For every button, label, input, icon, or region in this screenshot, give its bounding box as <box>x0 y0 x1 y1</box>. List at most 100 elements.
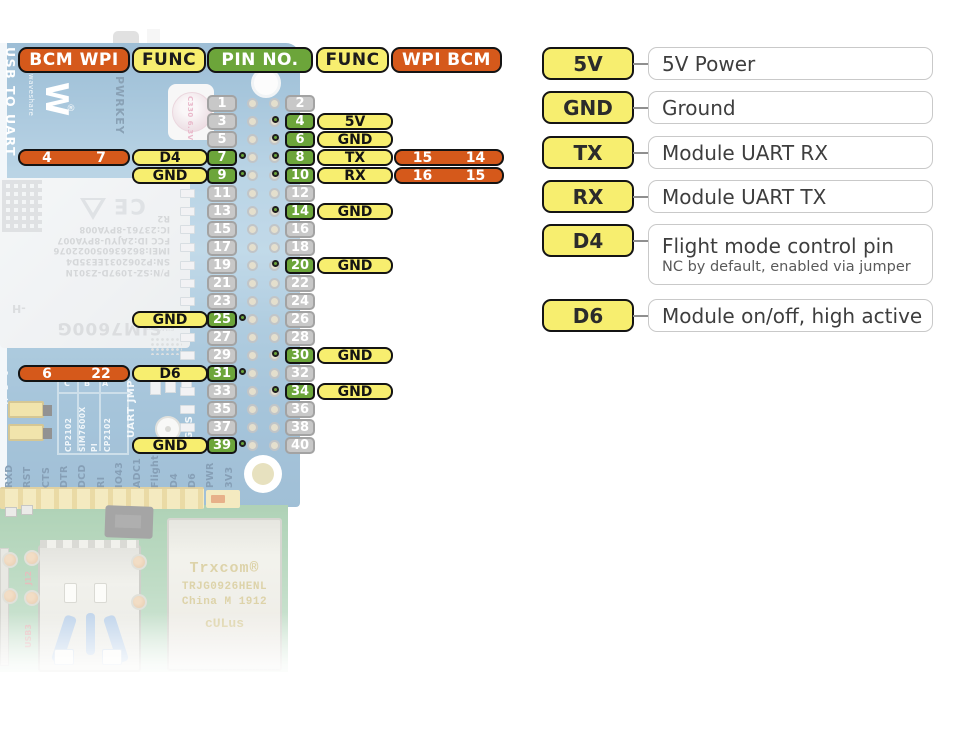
copper-pad <box>24 590 40 606</box>
pin-hole <box>268 314 280 325</box>
legend-title: 5V Power <box>662 51 756 76</box>
pin-badge-11: 11 <box>207 185 237 202</box>
pin-badge-23: 23 <box>207 293 237 310</box>
pin-hole <box>246 170 258 181</box>
solder-pad <box>180 261 195 270</box>
legend-subtitle: NC by default, enabled via jumper <box>662 258 911 275</box>
func-badge-pin7: D4 <box>132 149 208 166</box>
pin-badge-24: 24 <box>285 293 315 310</box>
legend-title: Ground <box>662 95 736 120</box>
board-silkscreen-label: DCD <box>77 464 89 488</box>
pin-hole <box>246 278 258 289</box>
legend-desc-rx: Module UART TX <box>648 180 933 213</box>
pin-stub-dot <box>272 260 279 267</box>
pin-stub-dot <box>272 350 279 357</box>
usb-to-uart-silkscreen: USB TO UART <box>3 47 18 158</box>
pin-badge-25: 25 <box>207 311 237 328</box>
solder-pad <box>180 243 195 252</box>
header-wpi-label: WPI <box>402 50 442 70</box>
pin-hole <box>246 152 258 163</box>
pin-badge-13: 13 <box>207 203 237 220</box>
header-bcm-label: BCM <box>29 50 74 70</box>
legend-badge-gnd: GND <box>542 91 634 124</box>
pin-stub-dot <box>272 134 279 141</box>
legend-connector <box>633 151 649 154</box>
solder-pad <box>180 297 195 306</box>
pin-stub-dot <box>272 386 279 393</box>
header-bcm-wpi-left: BCM WPI <box>18 47 130 73</box>
bcm-wpi-value: 22 <box>91 365 111 382</box>
solder-pad <box>180 225 195 234</box>
gpio-header-strip-end <box>206 490 240 508</box>
legend-connector <box>633 239 649 242</box>
pin-badge-15: 15 <box>207 221 237 238</box>
board-silkscreen-label: RST <box>22 466 34 488</box>
pin-stub-dot <box>272 170 279 177</box>
pin-hole <box>268 422 280 433</box>
legend-title: Flight mode control pin <box>662 233 894 258</box>
shield-text-line: IC:23761-8PYA008 <box>79 223 170 234</box>
func-badge-pin31: D6 <box>132 365 208 382</box>
legend-desc-tx: Module UART RX <box>648 136 933 169</box>
wpi-bcm-value: 15 <box>465 167 486 184</box>
pin-badge-31: 31 <box>207 365 237 382</box>
bcm-wpi-badge-pin31: 6 22 <box>18 365 130 382</box>
func-badge-pin4: 5V <box>317 113 393 130</box>
pin-badge-37: 37 <box>207 419 237 436</box>
solder-pad <box>180 333 195 342</box>
board-silkscreen-label: D6 <box>187 472 198 488</box>
solder-pad <box>180 279 195 288</box>
board-silkscreen-label: 3V3 <box>223 466 235 488</box>
pin-hole <box>246 368 258 379</box>
copper-pad <box>24 550 40 566</box>
pin-stub-dot <box>272 206 279 213</box>
func-badge-pin25: GND <box>132 311 208 328</box>
wpi-bcm-badge-pin10: 16 15 <box>394 167 504 184</box>
func-badge-pin8: TX <box>317 149 393 166</box>
func-badge-pin39: GND <box>132 437 208 454</box>
smd-component <box>150 380 161 395</box>
legend-badge-tx: TX <box>542 136 634 169</box>
pin-badge-18: 18 <box>285 239 315 256</box>
pin-stub-dot <box>272 152 279 159</box>
legend-connector <box>633 106 649 109</box>
ethernet-model-text: TRJG0926HENL <box>181 581 268 593</box>
copper-pad <box>2 552 18 568</box>
jumper-column-label: PI <box>90 442 99 452</box>
func-badge-pin9: GND <box>132 167 208 184</box>
usb-contact <box>64 583 77 603</box>
legend-badge-5v: 5V <box>542 47 634 80</box>
pin-badge-39: 39 <box>207 437 237 454</box>
pin-hole <box>246 134 258 145</box>
pin-stub-dot <box>239 314 246 321</box>
shield-text-line: IMEI:862636050022076 <box>53 245 170 256</box>
jumper-cap <box>8 401 52 418</box>
copper-pad <box>131 554 147 570</box>
mounting-hole <box>244 455 282 493</box>
pin-badge-3: 3 <box>207 113 237 130</box>
pin-badge-6: 6 <box>285 131 315 148</box>
pin-stub-dot <box>239 152 246 159</box>
pin-badge-7: 7 <box>207 149 237 166</box>
pin-stub-dot <box>239 170 246 177</box>
pin-badge-32: 32 <box>285 365 315 382</box>
pin-hole <box>268 188 280 199</box>
pin-badge-28: 28 <box>285 329 315 346</box>
pin-badge-22: 22 <box>285 275 315 292</box>
board-silkscreen-label: RXD <box>4 464 15 488</box>
pin-badge-33: 33 <box>207 383 237 400</box>
table-divider <box>99 378 101 451</box>
board-edge-letter: C <box>2 370 10 376</box>
board-silkscreen-label: DTR <box>58 465 70 488</box>
pin-hole <box>268 98 280 109</box>
registered-mark-icon: ® <box>66 104 76 114</box>
j12-silkscreen: J12 <box>24 570 33 585</box>
pin-badge-2: 2 <box>285 95 315 112</box>
bcm-wpi-badge-pin7: 47 <box>18 149 130 166</box>
bcm-wpi-value: 7 <box>96 149 106 166</box>
pin-hole <box>246 314 258 325</box>
board-silkscreen-label: Flight <box>150 455 162 488</box>
jumper-column-label: SIM7600X <box>78 406 87 452</box>
header-wpi-bcm-right: WPI BCM <box>391 47 502 73</box>
pin-badge-29: 29 <box>207 347 237 364</box>
